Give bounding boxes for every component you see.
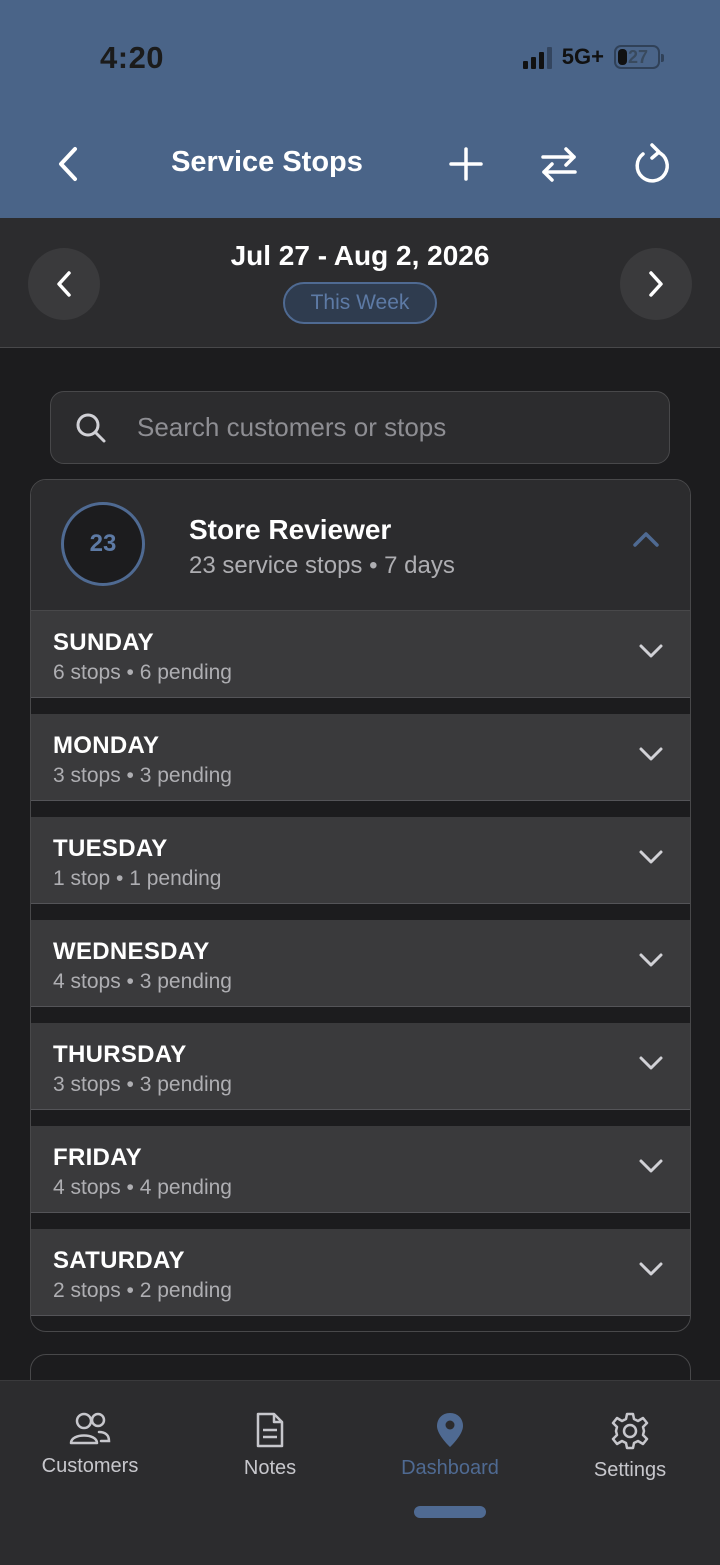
chevron-down-icon [639, 747, 663, 761]
search-input[interactable] [137, 412, 657, 443]
day-summary: 4 stops • 4 pending [53, 1176, 232, 1199]
day-summary: 3 stops • 3 pending [53, 1073, 232, 1096]
network-label: 5G+ [561, 44, 604, 69]
chevron-down-icon [639, 1056, 663, 1070]
day-summary: 3 stops • 3 pending [53, 764, 232, 787]
battery-level: 27 [628, 46, 649, 67]
reviewer-card: 23 Store Reviewer 23 service stops • 7 d… [30, 479, 691, 1332]
day-row-friday[interactable]: FRIDAY 4 stops • 4 pending [31, 1126, 690, 1213]
day-name: SATURDAY [53, 1247, 185, 1274]
reviewer-card-header[interactable]: 23 Store Reviewer 23 service stops • 7 d… [31, 480, 690, 611]
signal-icon [522, 45, 552, 69]
day-summary: 6 stops • 6 pending [53, 661, 232, 684]
search-bar [50, 391, 670, 464]
day-name: MONDAY [53, 732, 160, 759]
status-time: 4:20 [100, 40, 165, 75]
chevron-down-icon [639, 1262, 663, 1276]
day-name: THURSDAY [53, 1041, 187, 1068]
status-indicators: 5G+ 27 [522, 44, 664, 70]
location-pin-icon [437, 1413, 463, 1447]
day-row-thursday[interactable]: THURSDAY 3 stops • 3 pending [31, 1023, 690, 1110]
battery-icon: 27 [614, 45, 664, 69]
day-name: TUESDAY [53, 835, 168, 862]
day-summary: 2 stops • 2 pending [53, 1279, 232, 1302]
next-week-button[interactable] [620, 248, 692, 320]
day-name: SUNDAY [53, 629, 154, 656]
chevron-up-icon[interactable] [632, 530, 660, 548]
tab-label: Notes [243, 1457, 297, 1479]
tab-label: Dashboard [401, 1457, 499, 1479]
this-week-button[interactable]: This Week [283, 282, 437, 324]
day-row-saturday[interactable]: SATURDAY 2 stops • 2 pending [31, 1229, 690, 1316]
day-row-tuesday[interactable]: TUESDAY 1 stop • 1 pending [31, 817, 690, 904]
tab-customers[interactable]: Customers [0, 1411, 180, 1478]
chevron-down-icon [639, 1159, 663, 1173]
tab-notes[interactable]: Notes [180, 1411, 360, 1480]
add-button[interactable] [444, 142, 488, 186]
day-row-wednesday[interactable]: WEDNESDAY 4 stops • 3 pending [31, 920, 690, 1007]
chevron-right-icon [649, 271, 663, 297]
week-range: Jul 27 - Aug 2, 2026 [230, 240, 490, 271]
reviewer-name: Store Reviewer [189, 514, 392, 545]
day-name: FRIDAY [53, 1144, 142, 1171]
chevron-left-icon [57, 271, 71, 297]
swap-arrows-icon [541, 147, 577, 182]
day-name: WEDNESDAY [53, 938, 210, 965]
refresh-button[interactable] [630, 142, 674, 186]
people-icon [69, 1412, 111, 1445]
document-icon [256, 1412, 284, 1448]
tab-settings[interactable]: Settings [540, 1411, 720, 1482]
day-row-sunday[interactable]: SUNDAY 6 stops • 6 pending [31, 611, 690, 698]
tab-label: Settings [593, 1459, 667, 1481]
gear-icon [611, 1412, 649, 1450]
app-header: 4:20 5G+ 27 Service Stops [0, 0, 720, 218]
search-icon [51, 412, 131, 444]
day-summary: 4 stops • 3 pending [53, 970, 232, 993]
reviewer-summary: 23 service stops • 7 days [189, 552, 455, 579]
chevron-down-icon [639, 644, 663, 658]
tab-dashboard[interactable]: Dashboard [360, 1411, 540, 1480]
chevron-down-icon [639, 953, 663, 967]
day-row-monday[interactable]: MONDAY 3 stops • 3 pending [31, 714, 690, 801]
swap-button[interactable] [537, 142, 581, 186]
refresh-icon [635, 143, 669, 183]
active-tab-indicator [414, 1506, 486, 1518]
chevron-down-icon [639, 850, 663, 864]
stop-count-badge: 23 [61, 502, 145, 586]
week-selector: Jul 27 - Aug 2, 2026 This Week [0, 218, 720, 348]
tab-bar: Customers Notes Dashboard Settings [0, 1380, 720, 1565]
day-summary: 1 stop • 1 pending [53, 867, 222, 890]
tab-label: Customers [41, 1455, 139, 1477]
plus-icon [449, 147, 483, 181]
